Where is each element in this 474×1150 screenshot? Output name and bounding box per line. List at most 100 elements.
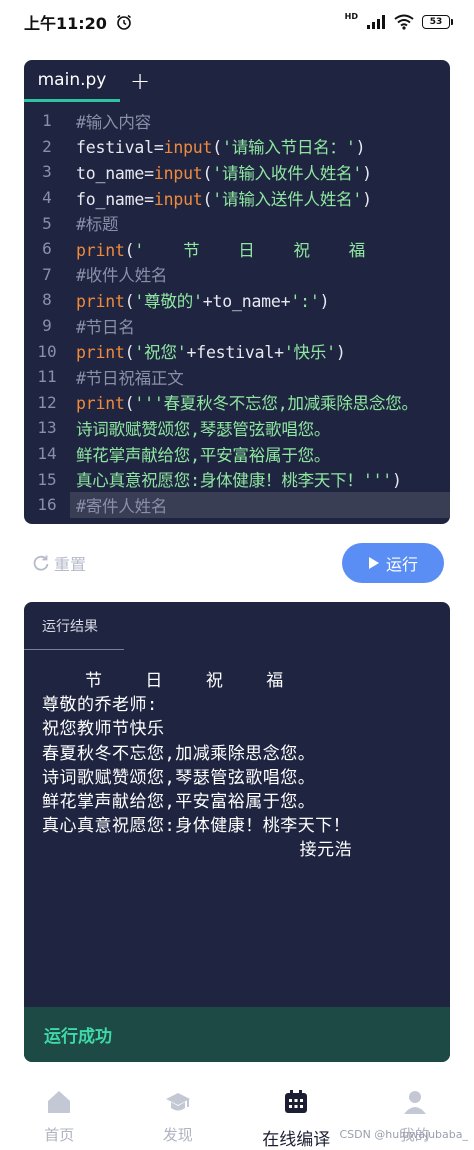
calendar-icon [282, 1088, 310, 1125]
line-number: 2 [42, 136, 52, 156]
output-line: 鲜花掌声献给您,平安富裕属于您。 [42, 791, 316, 812]
code-line[interactable]: 6 print(' 节 日 祝 福 [24, 236, 450, 262]
code-line[interactable]: 12 print('''春夏秋冬不忘您,加减乘除思念您。 [24, 390, 450, 416]
code-line[interactable]: 7 #收件人姓名 [24, 262, 450, 288]
code-token: print [76, 240, 125, 260]
code-token: +to_name+ [202, 291, 291, 311]
code-token: ' 节 日 祝 福 [134, 240, 366, 260]
run-status: 运行成功 [24, 1007, 450, 1062]
code-token: fo_name= [76, 189, 154, 209]
code-token: ) [362, 189, 372, 209]
code-token: ':' [290, 291, 320, 311]
line-number: 12 [37, 392, 57, 412]
code-line[interactable]: 8 print('尊敬的'+to_name+':') [24, 287, 450, 313]
line-number: 13 [37, 418, 57, 438]
line-number: 5 [42, 213, 52, 233]
code-text: festival=input('请输入节日名：') [70, 134, 366, 158]
nav-item-label: 发现 [162, 1126, 193, 1144]
code-text: #输入内容 [70, 109, 151, 133]
line-number: 6 [42, 239, 52, 259]
line-number: 10 [37, 341, 57, 361]
code-line[interactable]: 9 #节日名 [24, 313, 450, 339]
output-line: 节 日 祝 福 [42, 671, 284, 691]
user-icon [401, 1088, 429, 1124]
code-token: print [76, 394, 125, 414]
line-number: 14 [37, 444, 57, 464]
editor-tab-bar: main.py + [24, 60, 450, 102]
output-line: 春夏秋冬不忘您,加减乘除思念您。 [42, 743, 316, 764]
signal-icon [367, 15, 385, 29]
line-number: 7 [42, 264, 52, 284]
code-token: '尊敬的' [134, 291, 203, 311]
code-text: fo_name=input('请输入送件人姓名') [70, 186, 372, 210]
reset-button[interactable]: 重置 [32, 551, 86, 575]
output-title: 运行结果 [24, 602, 450, 650]
line-number: 9 [42, 316, 52, 336]
line-number: 15 [37, 469, 57, 489]
code-line[interactable]: 13 诗词歌赋赞颂您,琴瑟管弦歌唱您。 [24, 415, 450, 441]
status-time: 上午11:20 [24, 14, 107, 33]
code-line[interactable]: 10 print('祝您'+festival+'快乐') [24, 338, 450, 364]
code-line[interactable]: 14 鲜花掌声献给您,平安富裕属于您。 [24, 441, 450, 467]
refresh-icon [33, 555, 49, 571]
code-text: #寄件人姓名 [70, 493, 167, 517]
code-line[interactable]: 1 #输入内容 [24, 108, 450, 134]
code-token: ) [319, 291, 330, 311]
code-token: input [153, 189, 203, 209]
battery-indicator: 53 [422, 15, 453, 29]
wifi-icon [394, 14, 414, 30]
code-token: ( [124, 291, 135, 311]
nav-item[interactable]: 首页 [0, 1078, 119, 1150]
code-text: 真心真意祝愿您:身体健康！桃李天下！''') [70, 467, 402, 491]
run-button[interactable]: 运行 [342, 543, 444, 583]
code-line[interactable]: 11 #节日祝福正文 [24, 364, 450, 390]
code-token: ( [124, 394, 135, 414]
code-token: '祝您' [134, 343, 187, 363]
code-token: 诗词歌赋赞颂您,琴瑟管弦歌唱您。 [76, 419, 331, 439]
code-line[interactable]: 3 to_name=input('请输入收件人姓名') [24, 159, 450, 185]
code-token: '快乐' [283, 343, 336, 363]
tab-main-py[interactable]: main.py [24, 60, 120, 102]
code-line[interactable]: 15 真心真意祝愿您:身体健康！桃李天下！''') [24, 466, 450, 492]
code-token: ( [202, 163, 213, 183]
code-text: #收件人姓名 [70, 262, 167, 286]
code-text: 鲜花掌声献给您,平安富裕属于您。 [70, 442, 330, 466]
code-text: print('尊敬的'+to_name+':') [70, 288, 330, 312]
code-text: #节日名 [70, 314, 135, 338]
code-token: ( [202, 189, 213, 209]
code-text: to_name=input('请输入收件人姓名') [70, 160, 372, 184]
line-number: 3 [42, 162, 52, 182]
output-line: 接元浩 [42, 840, 353, 861]
code-line[interactable]: 5 #标题 [24, 210, 450, 236]
code-token: ( [124, 343, 135, 363]
code-token: 鲜花掌声献给您,平安富裕属于您。 [76, 445, 331, 465]
nav-item[interactable]: 发现 [119, 1078, 238, 1150]
code-token: festival= [76, 138, 164, 158]
output-panel: 运行结果 节 日 祝 福尊敬的乔老师: 祝您教师节快乐 春夏秋冬不忘您,加减乘除思念… [24, 602, 450, 1062]
code-token: #节日祝福正文 [76, 368, 184, 388]
code-token: print [76, 291, 125, 311]
code-token: input [163, 138, 213, 158]
code-token: #收件人姓名 [76, 266, 168, 286]
code-token: input [153, 163, 203, 183]
line-number: 11 [37, 367, 57, 387]
code-line[interactable]: 16 #寄件人姓名 [24, 491, 450, 518]
code-area[interactable]: 1 #输入内容 2 festival=input('请输入节日名：') 3 to_name… [24, 102, 450, 518]
watermark: CSDN @huluwajubaba_ [339, 1128, 468, 1141]
nav-item[interactable]: 在线编译 [237, 1078, 356, 1150]
code-text: 诗词歌赋赞颂您,琴瑟管弦歌唱您。 [70, 416, 330, 440]
code-token: ) [355, 138, 366, 158]
code-token: 真心真意祝愿您:身体健康！桃李天下！''' [76, 471, 393, 491]
code-editor: main.py + 1 #输入内容 2 festival=input('请输入节日名：… [24, 60, 450, 524]
code-token: '请输入节日名：' [222, 138, 356, 158]
network-label: HD [344, 11, 358, 21]
status-bar: 上午11:20 HD 53 [0, 0, 474, 44]
output-line: 祝您教师节快乐 [42, 719, 165, 740]
line-number: 4 [42, 188, 52, 208]
code-line[interactable]: 2 festival=input('请输入节日名：') [24, 134, 450, 160]
code-line[interactable]: 4 fo_name=input('请输入送件人姓名') [24, 185, 450, 211]
output-line: 真心真意祝愿您:身体健康！桃李天下！ [42, 816, 351, 837]
code-token: '''春夏秋冬不忘您,加减乘除思念您。 [134, 394, 418, 414]
add-tab-button[interactable]: + [120, 60, 160, 102]
code-text: #节日祝福正文 [70, 365, 184, 389]
